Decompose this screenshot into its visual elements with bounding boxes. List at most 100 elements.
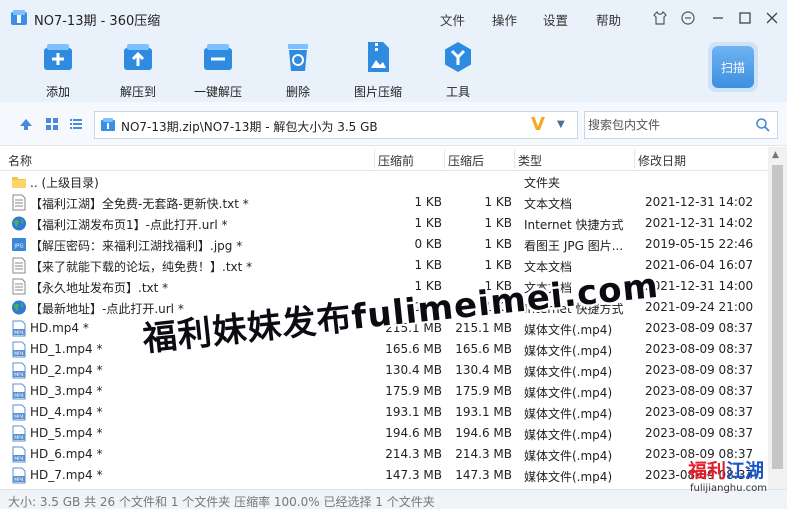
extract-to-icon — [124, 44, 152, 70]
file-packed-size: 165.6 MB — [455, 342, 512, 356]
file-size: 147.3 MB — [385, 468, 442, 482]
list-view-icon[interactable] — [68, 116, 84, 132]
scroll-up-arrow-icon[interactable]: ▲ — [772, 150, 779, 160]
column-date[interactable]: 修改日期 — [638, 152, 686, 169]
file-size: 1 KB — [414, 216, 442, 230]
minimize-icon[interactable] — [708, 8, 728, 28]
file-type: 媒体文件(.mp4) — [524, 344, 613, 358]
menu-file[interactable]: 文件 — [440, 10, 465, 29]
column-divider[interactable] — [374, 149, 375, 169]
file-packed-size: 194.6 MB — [455, 426, 512, 440]
extract-to-label: 解压到 — [119, 85, 156, 99]
delete-icon — [288, 44, 308, 71]
close-icon[interactable] — [762, 8, 782, 28]
file-type: 媒体文件(.mp4) — [524, 470, 613, 484]
settings-icon[interactable] — [678, 8, 698, 28]
column-packed[interactable]: 压缩后 — [448, 152, 484, 169]
column-header: 名称 压缩前 压缩后 类型 修改日期 — [0, 147, 787, 171]
mp4-file-icon: MP4 — [12, 425, 26, 442]
path-field[interactable]: NO7-13期.zip\NO7-13期 - 解包大小为 3.5 GB V ▼ — [94, 111, 578, 139]
file-row[interactable]: MP4 HD_1.mp4 * 165.6 MB 165.6 MB 媒体文件(.m… — [0, 339, 768, 360]
column-type[interactable]: 类型 — [518, 152, 542, 169]
delete-button[interactable]: 删除 — [266, 40, 330, 100]
one-click-extract-button[interactable]: 一键解压 — [186, 40, 250, 100]
file-date: 2021-09-24 21:00 — [645, 300, 754, 314]
text-file-icon — [12, 194, 26, 211]
file-size: 214.3 MB — [385, 447, 442, 461]
menu-settings[interactable]: 设置 — [543, 10, 568, 29]
up-arrow-icon[interactable] — [18, 116, 34, 132]
mp4-file-icon: MP4 — [12, 467, 26, 484]
scroll-thumb[interactable] — [772, 165, 783, 469]
file-name: HD_1.mp4 * — [30, 342, 103, 356]
skin-icon[interactable] — [650, 8, 670, 28]
file-row[interactable]: MP4 HD_4.mp4 * 193.1 MB 193.1 MB 媒体文件(.m… — [0, 402, 768, 423]
file-date: 2023-08-09 08:37 — [645, 321, 754, 335]
text-file-icon — [12, 278, 26, 295]
thumbnail-view-icon[interactable] — [44, 116, 60, 132]
file-size: 175.9 MB — [385, 384, 442, 398]
extract-to-button[interactable]: 解压到 — [106, 40, 170, 100]
file-type: 看图王 JPG 图片... — [524, 239, 624, 253]
file-packed-size: 175.9 MB — [455, 384, 512, 398]
mp4-file-icon: MP4 — [12, 383, 26, 400]
file-type: 文本文档 — [524, 197, 573, 211]
toolbar: 添加 解压到 一键解压 删除 图片压缩 工具 扫描 — [0, 36, 787, 102]
file-packed-size: 1 KB — [484, 216, 512, 230]
file-date: 2023-08-09 08:37 — [645, 342, 754, 356]
svg-text:MP4: MP4 — [14, 330, 24, 336]
column-name[interactable]: 名称 — [8, 152, 32, 169]
vertical-scrollbar[interactable]: ▲ — [768, 147, 787, 489]
file-row[interactable]: MP4 HD_5.mp4 * 194.6 MB 194.6 MB 媒体文件(.m… — [0, 423, 768, 444]
file-size: 193.1 MB — [385, 405, 442, 419]
menu-operate[interactable]: 操作 — [492, 10, 517, 29]
file-name: HD_2.mp4 * — [30, 363, 103, 377]
file-date: 2021-12-31 14:02 — [645, 195, 754, 209]
file-type: 媒体文件(.mp4) — [524, 407, 613, 421]
search-box — [584, 111, 778, 139]
file-type: 文件夹 — [524, 176, 561, 190]
file-row[interactable]: MP4 HD_3.mp4 * 175.9 MB 175.9 MB 媒体文件(.m… — [0, 381, 768, 402]
file-type: 媒体文件(.mp4) — [524, 428, 613, 442]
file-row[interactable]: MP4 HD_7.mp4 * 147.3 MB 147.3 MB 媒体文件(.m… — [0, 465, 768, 486]
image-compress-button[interactable]: 图片压缩 — [346, 40, 410, 100]
tools-button[interactable]: 工具 — [426, 40, 490, 100]
title-bar: NO7-13期 - 360压缩 文件 操作 设置 帮助 — [0, 0, 787, 36]
chevron-down-icon[interactable]: ▼ — [557, 119, 565, 130]
file-size: 194.6 MB — [385, 426, 442, 440]
mp4-file-icon: MP4 — [12, 320, 26, 337]
v-logo-icon[interactable]: V — [531, 114, 545, 135]
svg-text:MP4: MP4 — [14, 477, 24, 483]
column-divider[interactable] — [634, 149, 635, 169]
file-row[interactable]: 【福利江湖发布页1】-点此打开.url * 1 KB 1 KB Internet… — [0, 213, 768, 234]
search-input[interactable] — [586, 113, 746, 137]
file-type: 媒体文件(.mp4) — [524, 323, 613, 337]
image-compress-icon — [368, 42, 389, 72]
maximize-icon[interactable] — [735, 8, 755, 28]
file-row[interactable]: JPG 【解压密码：来福利江湖找福利】.jpg * 0 KB 1 KB 看图王 … — [0, 234, 768, 255]
file-packed-size: 214.3 MB — [455, 447, 512, 461]
add-button[interactable]: 添加 — [26, 40, 90, 100]
file-row[interactable]: MP4 HD_6.mp4 * 214.3 MB 214.3 MB 媒体文件(.m… — [0, 444, 768, 465]
globe-shortcut-icon — [12, 216, 26, 231]
file-name: 【永久地址发布页】.txt * — [30, 281, 169, 295]
file-row[interactable]: MP4 HD_2.mp4 * 130.4 MB 130.4 MB 媒体文件(.m… — [0, 360, 768, 381]
mp4-file-icon: MP4 — [12, 446, 26, 463]
scan-button[interactable]: 扫描 — [708, 42, 758, 92]
parent-folder-row[interactable]: .. (上级目录) 文件夹 — [0, 171, 768, 192]
svg-text:MP4: MP4 — [14, 435, 24, 441]
status-text: 大小: 3.5 GB 共 26 个文件和 1 个文件夹 压缩率 100.0% 已… — [8, 495, 435, 509]
column-divider[interactable] — [514, 149, 515, 169]
svg-text:JPG: JPG — [13, 244, 23, 250]
svg-text:MP4: MP4 — [14, 414, 24, 420]
search-icon[interactable] — [755, 117, 771, 133]
app-logo-icon — [11, 10, 27, 25]
menu-help[interactable]: 帮助 — [596, 10, 621, 29]
file-row[interactable]: 【福利江湖】全免费-无套路-更新快.txt * 1 KB 1 KB 文本文档 2… — [0, 192, 768, 213]
column-divider[interactable] — [444, 149, 445, 169]
file-packed-size: 147.3 MB — [455, 468, 512, 482]
file-type: 媒体文件(.mp4) — [524, 365, 613, 379]
file-name: HD.mp4 * — [30, 321, 89, 335]
column-size[interactable]: 压缩前 — [378, 152, 414, 169]
svg-text:MP4: MP4 — [14, 393, 24, 399]
